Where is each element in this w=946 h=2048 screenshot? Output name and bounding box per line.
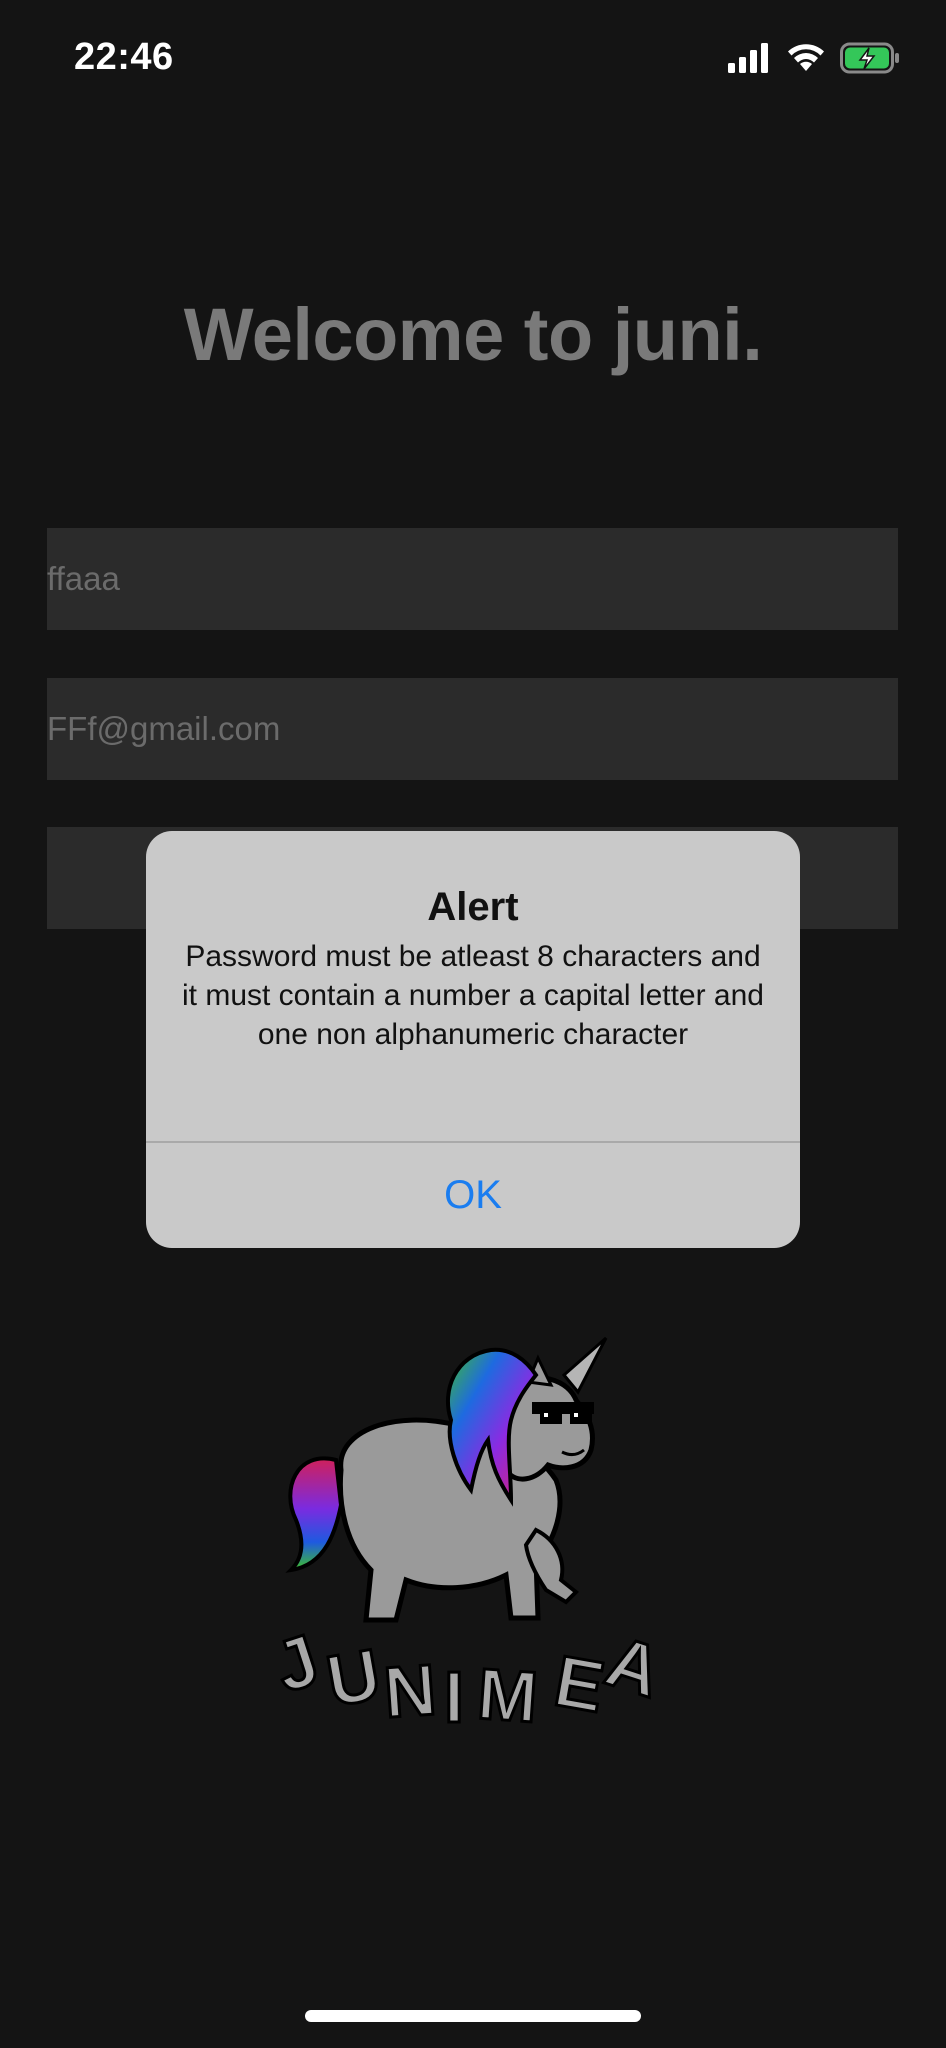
status-time: 22:46	[74, 36, 174, 78]
email-value: FFf@gmail.com	[47, 710, 281, 747]
status-icons	[728, 42, 900, 78]
svg-text:J: J	[266, 1620, 328, 1708]
svg-text:U: U	[321, 1634, 386, 1722]
home-indicator[interactable]	[305, 2010, 641, 2022]
alert-message: Password must be atleast 8 characters an…	[182, 940, 764, 1051]
svg-text:I: I	[444, 1658, 464, 1738]
app-screen: 22:46 Welcome to juni. ffaaa FFf@gmail.c…	[0, 0, 946, 2048]
svg-text:A: A	[597, 1621, 671, 1713]
alert-dialog: Alert Password must be atleast 8 charact…	[146, 831, 800, 1248]
junimea-logo: J U N I M E A	[264, 1330, 686, 1740]
svg-text:M: M	[475, 1654, 540, 1738]
cellular-signal-icon	[728, 42, 772, 78]
username-value: ffaaa	[47, 560, 120, 597]
email-field[interactable]: FFf@gmail.com	[47, 678, 898, 780]
battery-charging-icon	[840, 42, 900, 79]
username-field[interactable]: ffaaa	[47, 528, 898, 630]
wifi-icon	[786, 43, 826, 78]
alert-title: Alert	[427, 885, 519, 929]
alert-ok-button[interactable]: OK	[146, 1143, 800, 1248]
welcome-title: Welcome to juni.	[183, 293, 763, 376]
svg-text:N: N	[381, 1650, 438, 1733]
